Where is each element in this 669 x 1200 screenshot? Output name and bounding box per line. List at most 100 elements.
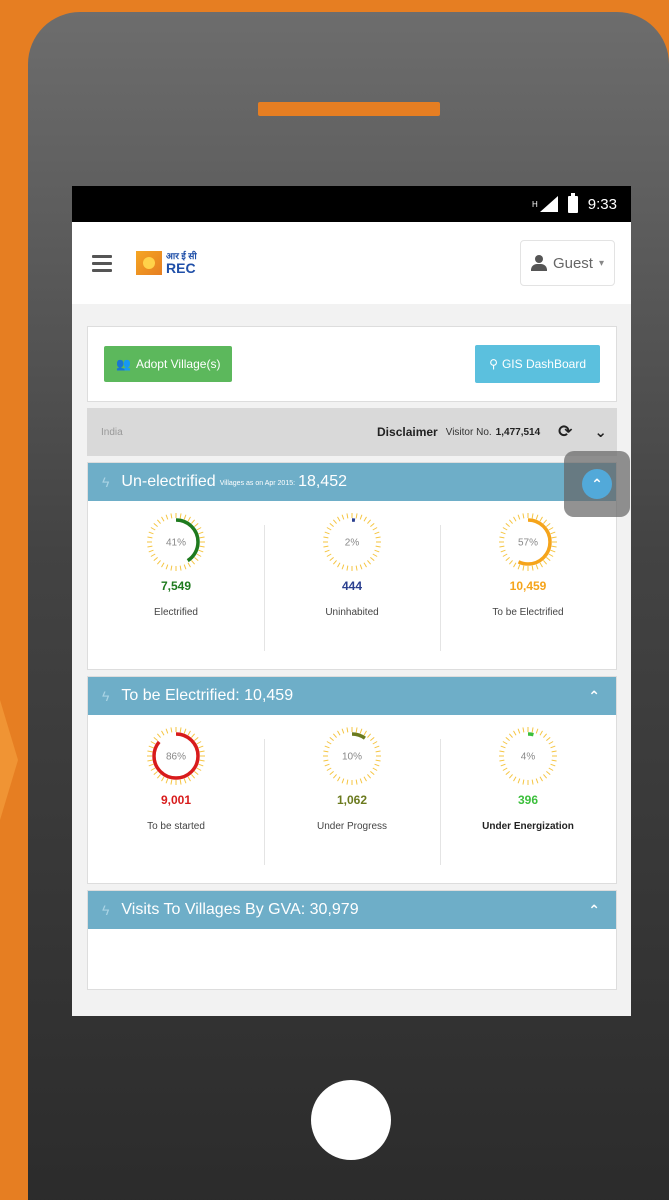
ring-tick (517, 564, 521, 570)
ring-tick (332, 519, 337, 524)
ring-tick (187, 562, 191, 568)
ring-tick (326, 553, 332, 557)
ring-tick (183, 564, 187, 570)
user-menu-button[interactable]: Guest ▾ (519, 240, 615, 286)
chevron-up-icon[interactable]: ⌃ (588, 902, 600, 919)
signal-icon (539, 196, 558, 212)
phone-screen: H 9:33 आर ई सी REC Guest ▾ 👥 Adopt Villa… (72, 186, 631, 1016)
ring-tick (355, 565, 358, 571)
ring-tick (500, 745, 506, 749)
ring-tick (196, 553, 202, 557)
ring-tick (513, 776, 517, 782)
disclaimer-link[interactable]: Disclaimer (377, 425, 438, 439)
ring-tick (332, 560, 337, 565)
ring-tick (161, 516, 165, 522)
stat-value: 9,001 (160, 793, 192, 807)
ring-tick (363, 730, 367, 736)
users-icon: 👥 (116, 357, 131, 371)
phone-speaker (258, 102, 440, 116)
ring-tick (147, 536, 153, 539)
section-header[interactable]: ϟ Un-electrified Villages as on Apr 2015… (88, 451, 630, 517)
section-title: To be Electrified: 10,459 (121, 687, 294, 704)
ring-tick (194, 522, 199, 527)
ring-tick (150, 741, 156, 745)
percent-label: 41% (166, 538, 186, 549)
chevron-down-icon[interactable]: ⌄ (594, 423, 607, 441)
section-header[interactable]: ϟ To be Electrified: 10,459 ⌃ (88, 677, 616, 715)
ring-tick (191, 733, 196, 738)
adopt-village-button[interactable]: 👥 Adopt Village(s) (104, 346, 233, 382)
stat-label: To be Electrified (492, 607, 564, 618)
ring-tick (546, 771, 551, 776)
ring-tick (522, 513, 525, 519)
ring-tick (329, 522, 334, 527)
ring-tick (367, 774, 372, 779)
ring-tick (156, 560, 161, 565)
ring-tick (165, 778, 169, 784)
user-icon (530, 255, 547, 271)
ring-tick (323, 536, 329, 539)
refresh-icon[interactable]: ⟳ (558, 422, 572, 442)
ring-tick (550, 763, 556, 767)
ring-tick (165, 514, 169, 520)
ring-tick (372, 767, 378, 771)
bolt-icon: ϟ (102, 688, 110, 704)
ring-tick (363, 776, 367, 782)
ring-tick (156, 519, 161, 524)
ring-tick (161, 562, 165, 568)
action-card: 👥 Adopt Village(s) ⚲ GIS DashBoard (87, 326, 617, 402)
ring-tick (370, 522, 375, 527)
ring-tick (191, 519, 196, 524)
ring-tick (191, 560, 196, 565)
ring-tick (187, 516, 191, 522)
ring-tick (546, 736, 551, 741)
ring-tick (539, 516, 543, 522)
ring-tick (165, 564, 169, 570)
ring-tick (187, 776, 191, 782)
stat-item: 86% 9,001 To be started (88, 715, 264, 883)
ring-tick (372, 527, 378, 531)
gis-dashboard-button[interactable]: ⚲ GIS DashBoard (475, 345, 600, 383)
ring-tick (508, 774, 513, 779)
ring-tick (194, 771, 199, 776)
ring-tick (543, 560, 548, 565)
ring-tick (337, 516, 341, 522)
menu-icon[interactable] (92, 254, 112, 272)
status-bar: H 9:33 (72, 186, 631, 222)
percent-label: 4% (521, 752, 536, 763)
ring-tick (548, 553, 554, 557)
chevron-up-icon: ⌃ (582, 469, 612, 499)
stat-label: To be started (147, 821, 205, 832)
progress-ring: 10% (323, 727, 381, 785)
ring-tick (500, 549, 506, 553)
ring-tick (531, 513, 534, 519)
progress-ring: 2% (323, 513, 381, 571)
section-header[interactable]: ϟ Visits To Villages By GVA: 30,979 ⌃ (88, 891, 616, 929)
ring-tick (546, 522, 551, 527)
ring-tick (502, 553, 508, 557)
ring-tick (513, 562, 517, 568)
ring-tick (170, 565, 173, 571)
home-button[interactable] (311, 1080, 391, 1160)
ring-tick (147, 545, 153, 548)
ring-tick (150, 767, 156, 771)
status-time: 9:33 (587, 195, 617, 213)
ring-tick (324, 763, 330, 767)
ring-tick (372, 741, 378, 745)
ring-tick (539, 562, 543, 568)
ring-tick (551, 536, 557, 539)
ring-tick (150, 527, 156, 531)
chevron-up-icon[interactable]: ⌃ (588, 688, 600, 705)
ring-tick (546, 557, 551, 562)
region-selector[interactable]: India (101, 427, 123, 438)
ring-tick (324, 549, 330, 553)
ring-tick (346, 727, 349, 733)
ring-tick (535, 778, 539, 784)
ring-tick (375, 536, 381, 539)
battery-icon (567, 192, 578, 213)
ring-tick (531, 565, 534, 571)
stat-item: 10% 1,062 Under Progress (264, 715, 440, 883)
rec-logo: आर ई सी REC (136, 251, 197, 275)
stat-value: 444 (341, 579, 363, 593)
ring-tick (372, 553, 378, 557)
